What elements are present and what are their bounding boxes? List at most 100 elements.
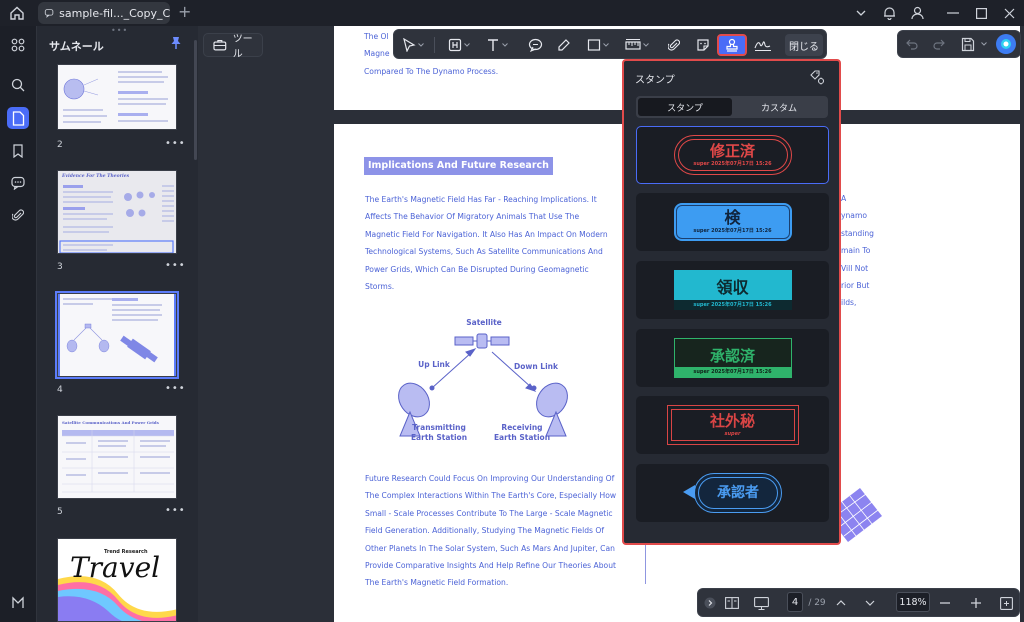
search-icon[interactable] [7, 74, 29, 96]
annotation-toolbar [393, 29, 827, 59]
tools-button[interactable]: ツール [203, 33, 263, 60]
thumbnail-more-icon[interactable]: ••• [165, 505, 186, 516]
comment-tool[interactable] [528, 34, 543, 56]
chevron-down-icon[interactable] [851, 4, 871, 22]
tools-button-label: ツール [232, 34, 253, 60]
page-3-preview-image [58, 171, 176, 253]
toolbar-separator [434, 37, 435, 53]
comments-icon[interactable] [7, 172, 29, 194]
fit-page-icon[interactable] [998, 595, 1014, 611]
text-tool[interactable] [486, 34, 508, 56]
paragraph-1: The Earth's Magnetic Field Has Far - Rea… [365, 195, 608, 292]
chevron-down-icon[interactable] [981, 42, 987, 46]
stamp-icon [726, 38, 738, 52]
paragraph-2: Future Research Could Focus On Improving… [365, 474, 617, 588]
stamp-tool[interactable] [717, 34, 747, 56]
comment-bubble-icon [528, 38, 543, 52]
home-icon[interactable] [9, 5, 25, 21]
text-icon [488, 39, 498, 51]
sticker-icon [697, 39, 709, 51]
select-tool[interactable] [402, 34, 424, 56]
maximize-icon[interactable] [971, 4, 991, 22]
highlight-icon [448, 38, 462, 52]
toolbox-icon [213, 40, 227, 51]
collapse-arrow-icon[interactable] [703, 595, 717, 611]
satellite-diagram: Satellite Up Link Down Link Transmitting… [398, 318, 568, 442]
pen-tool[interactable] [557, 34, 571, 56]
presentation-icon[interactable] [753, 595, 769, 611]
shape-tool[interactable] [587, 34, 609, 56]
signature-icon [754, 41, 771, 51]
current-page-input[interactable]: 4 [787, 592, 803, 612]
pen-icon [558, 39, 570, 51]
redo-icon[interactable] [933, 39, 945, 50]
thumbnail-panel-title: サムネール [49, 40, 104, 53]
left-rail [0, 26, 36, 622]
highlight-tool[interactable] [448, 34, 470, 56]
undo-icon[interactable] [906, 39, 918, 50]
document-tab[interactable]: sample-fil..._Copy_Copy [38, 2, 170, 24]
thumbnail-more-icon[interactable]: ••• [165, 138, 186, 149]
grid-icon[interactable] [7, 34, 29, 56]
cursor-icon [403, 38, 416, 52]
app-logo-icon[interactable] [7, 592, 29, 614]
zoom-in-icon[interactable] [969, 595, 983, 611]
page-layout-icon[interactable] [724, 595, 740, 611]
minimize-icon[interactable] [943, 4, 963, 22]
stamp-preview: 社外秘 super [666, 405, 799, 445]
previous-page-icon[interactable] [834, 595, 848, 611]
tab-stamp[interactable]: スタンプ [638, 98, 732, 116]
sticker-tool[interactable] [696, 34, 710, 56]
thumbnail-page-number: 4 [57, 385, 63, 395]
chevron-down-icon [418, 43, 424, 47]
next-page-icon[interactable] [863, 595, 877, 611]
attachment-icon[interactable] [7, 204, 29, 226]
tab-custom[interactable]: カスタム [732, 98, 826, 116]
stamp-option[interactable]: 検 super 2025年07月17日 15:26 [636, 193, 829, 251]
document-tab-title: sample-fil..._Copy_Copy [59, 6, 170, 20]
new-tab-button[interactable]: + [178, 4, 191, 20]
thumbnail-page-3[interactable]: Evidence For The Theories [57, 170, 177, 254]
thumbnail-page-6[interactable]: Trend Research Travel [57, 538, 177, 622]
title-bar: sample-fil..._Copy_Copy + [0, 0, 1024, 26]
thumbnail-page-number: 5 [57, 507, 63, 517]
signature-tool[interactable] [754, 34, 772, 56]
close-toolbar-button[interactable]: 閉じる [785, 34, 823, 56]
stamp-option[interactable]: 承認者 [636, 464, 829, 522]
bell-icon[interactable] [879, 4, 899, 22]
stamp-panel: スタンプ スタンプ カスタム 修正済 super 2025年07月17日 15:… [622, 59, 841, 545]
history-toolbar [897, 30, 1021, 58]
save-icon[interactable] [961, 37, 975, 52]
diagram-transmitting-label: Transmitting [412, 423, 466, 432]
thumbnail-page-5[interactable]: Satellite Communications And Power Grids [57, 415, 177, 499]
ruler-icon [625, 39, 641, 50]
attach-tool[interactable] [668, 34, 680, 56]
stamp-option[interactable]: 領収 super 2025年07月17日 15:26 [636, 261, 829, 319]
ai-assistant-icon[interactable] [996, 34, 1016, 54]
page-5-preview-image [58, 416, 176, 498]
thumbnail-page-2[interactable] [57, 64, 177, 130]
rectangle-icon [587, 39, 601, 51]
thumbnail-scrollbar[interactable] [194, 40, 197, 160]
bookmark-icon[interactable] [7, 140, 29, 162]
thumbnail-more-icon[interactable]: ••• [165, 383, 186, 394]
chevron-down-icon [603, 43, 609, 47]
page-2-preview-image [58, 65, 176, 129]
close-window-icon[interactable] [999, 4, 1019, 22]
panel-grip-icon[interactable]: ••• [111, 26, 128, 35]
thumbnail-page-4[interactable] [55, 291, 179, 379]
chevron-down-icon [643, 43, 649, 47]
pages-icon[interactable] [7, 107, 29, 129]
stamp-option[interactable]: 社外秘 super [636, 396, 829, 454]
diagram-uplink-label: Up Link [418, 360, 451, 369]
stamp-option[interactable]: 修正済 super 2025年07月17日 15:26 [636, 126, 829, 184]
diagram-earth-station-label: Earth Station [494, 433, 550, 442]
user-icon[interactable] [907, 4, 927, 22]
zoom-level-input[interactable]: 118% [896, 592, 930, 612]
stamp-settings-icon[interactable] [809, 69, 825, 85]
stamp-option[interactable]: 承認済 super 2025年07月17日 15:26 [636, 329, 829, 387]
pin-icon[interactable] [169, 36, 183, 50]
thumbnail-more-icon[interactable]: ••• [165, 260, 186, 271]
measure-tool[interactable] [625, 34, 649, 56]
zoom-out-icon[interactable] [938, 595, 952, 611]
